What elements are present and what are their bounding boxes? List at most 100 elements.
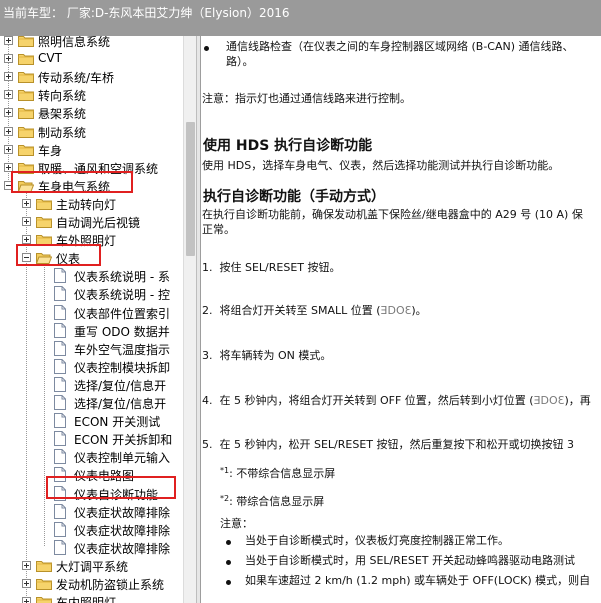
folder-icon [18,89,34,101]
document-page-icon [54,413,66,428]
tree-page-item[interactable]: 仪表症状故障排除 [0,539,183,557]
tree-item-label: 仪表控制单元输入 [74,451,171,465]
expand-toggle-icon[interactable] [4,108,13,117]
tree-page-item[interactable]: 仪表控制模块拆卸 [0,358,183,376]
folder-icon [18,36,34,47]
folder-icon [18,126,34,138]
bullet-dot [226,540,231,545]
expand-toggle-icon[interactable] [4,36,13,45]
tree-item-label: 仪表系统说明 - 控 [74,288,170,302]
step-5: 5. 在 5 秒钟内，松开 SEL/RESET 按钮，然后重复按下和松开或切换按… [202,438,574,452]
tree-folder-item[interactable]: 转向系统 [0,86,183,104]
top-bullet-text-cont: 路）。 [226,55,254,68]
expand-toggle-icon[interactable] [22,561,31,570]
tree-item-label: 制动系统 [38,126,87,140]
expand-toggle-icon[interactable] [4,127,13,136]
tree-item-label: 大灯调平系统 [56,560,129,574]
highlight-box-self-diagnosis [46,476,176,499]
document-page-icon [54,286,66,301]
tree-item-label: 自动调光后视镜 [56,216,141,230]
note2-item-1: 当处于自诊断模式时，仪表板灯亮度控制器正常工作。 [245,534,509,547]
tree-item-label: CVT [38,51,62,65]
tree-page-item[interactable]: 仪表控制单元输入 [0,448,183,466]
expand-toggle-icon[interactable] [4,145,13,154]
step-number: 3. [202,349,213,362]
step-3: 3. 将车辆转为 ON 模式。 [202,349,331,363]
step-number: 4. [202,394,213,407]
tree-item-label: 车身 [38,144,63,158]
tree-page-item[interactable]: 选择/复位/信息开 [0,376,183,394]
tree-folder-item[interactable]: 车身 [0,141,183,159]
tree-item-label: 传动系统/车桥 [38,71,115,85]
tree-page-item[interactable]: 仪表症状故障排除 [0,521,183,539]
expand-toggle-icon[interactable] [22,199,31,208]
tree-page-item[interactable]: 重写 ODO 数据并 [0,322,183,340]
tree-item-label: 悬架系统 [38,107,87,121]
document-page-icon [54,341,66,356]
tree-folder-item[interactable]: 自动调光后视镜 [0,213,183,231]
para-hds: 使用 HDS，选择车身电气、仪表，然后选择功能测试并执行自诊断功能。 [202,159,560,172]
para-manual-cont: 正常。 [202,223,235,236]
bullet-dot [204,46,209,51]
note2-item-3: 如果车速超过 2 km/h (1.2 mph) 或车辆处于 OFF(LOCK) … [245,574,591,587]
tree-page-item[interactable]: ECON 开关测试 [0,412,183,430]
tree-folder-item[interactable]: 主动转向灯 [0,195,183,213]
step-text: 在 5 秒钟内，松开 SEL/RESET 按钮，然后重复按下和松开或切换按钮 3 [219,438,575,451]
tree-folder-item[interactable]: 发动机防盗锁止系统 [0,575,183,593]
document-page-icon [54,268,66,283]
tree-page-item[interactable]: 仪表部件位置索引 [0,304,183,322]
tree-page-item[interactable]: 车外空气温度指示 [0,340,183,358]
tree-item-label: 仪表系统说明 - 系 [74,270,170,284]
tree-folder-item[interactable]: CVT [0,50,183,68]
folder-icon [36,198,52,210]
tree-page-item[interactable]: 仪表系统说明 - 控 [0,285,183,303]
note2-item-2: 当处于自诊断模式时，用 SEL/RESET 开关起动蜂鸣器驱动电路测试 [245,554,576,567]
tree-folder-item[interactable]: 车内照明灯 [0,593,183,603]
folder-icon [18,107,34,119]
footnote-text: : 带综合信息显示屏 [229,495,325,508]
tree-folder-item[interactable]: 照明信息系统 [0,36,183,50]
tree-item-label: ECON 开关测试 [74,415,161,429]
document-page-icon [54,395,66,410]
footnote-2: *2: 带综合信息显示屏 [220,492,324,509]
para-manual: 在执行自诊断功能前，确保发动机盖下保险丝/继电器盒中的 A29 号 (10 A)… [202,208,583,221]
tree-item-label: 发动机防盗锁止系统 [56,578,165,592]
tree-folder-item[interactable]: 悬架系统 [0,104,183,122]
tree-scrollbar[interactable] [183,36,196,603]
folder-icon [18,71,34,83]
step-2: 2. 将组合灯开关转至 SMALL 位置 (ƎDOƐ)。 [202,304,427,318]
window-title: 当前车型： 厂家:D-东风本田艾力绅（Elysion）2016 [3,6,290,20]
tree-folder-item[interactable]: 大灯调平系统 [0,557,183,575]
step-1: 1. 按住 SEL/RESET 按钮。 [202,261,341,275]
expand-toggle-icon[interactable] [4,54,13,63]
tree-page-item[interactable]: 选择/复位/信息开 [0,394,183,412]
document-page-icon [54,504,66,519]
tree-page-item[interactable]: 仪表系统说明 - 系 [0,267,183,285]
expand-toggle-icon[interactable] [4,72,13,81]
footnote-1: *1: 不带综合信息显示屏 [220,464,335,481]
expand-toggle-icon[interactable] [22,217,31,226]
document-page-icon [54,377,66,392]
heading-manual: 执行自诊断功能（手动方式） [203,189,385,205]
window-title-bar: 当前车型： 厂家:D-东风本田艾力绅（Elysion）2016 [0,0,601,36]
folder-icon [36,596,52,603]
tree-item-label: 主动转向灯 [56,198,117,212]
tree-folder-item[interactable]: 传动系统/车桥 [0,68,183,86]
tree-scrollbar-thumb[interactable] [186,122,195,256]
heading-hds: 使用 HDS 执行自诊断功能 [203,138,373,154]
step-text: 将车辆转为 ON 模式。 [219,349,332,362]
expand-toggle-icon[interactable] [22,235,31,244]
expand-toggle-icon[interactable] [22,579,31,588]
step-text-tail: )。 [411,304,427,317]
navigation-tree[interactable]: 照明信息系统 CVT 传动系统/车桥 转向系统 悬架系统 制动系统 车身 取暖、通风和空调系统… [0,36,183,603]
footnote-text: : 不带综合信息显示屏 [229,467,336,480]
tree-page-item[interactable]: ECON 开关拆卸和 [0,430,183,448]
tree-page-item[interactable]: 仪表症状故障排除 [0,503,183,521]
step-text: 按住 SEL/RESET 按钮。 [219,261,341,274]
expand-toggle-icon[interactable] [4,90,13,99]
expand-toggle-icon[interactable] [22,597,31,603]
tree-item-label: 仪表控制模块拆卸 [74,361,171,375]
step-number: 2. [202,304,213,317]
tree-folder-item[interactable]: 制动系统 [0,123,183,141]
highlight-box-body-electrical [11,171,133,193]
